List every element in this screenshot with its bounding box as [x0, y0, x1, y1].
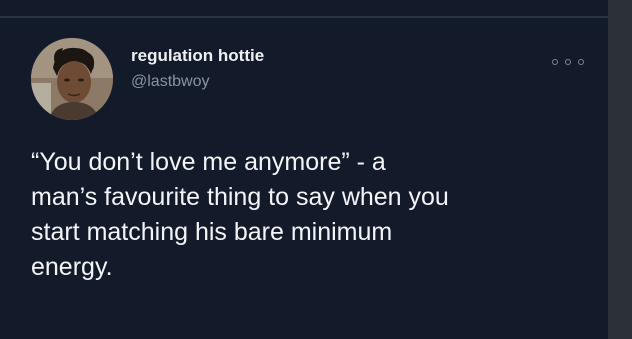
top-divider: [0, 16, 608, 18]
tweet-text: “You don’t love me anymore” - a man’s fa…: [31, 145, 596, 285]
author-handle[interactable]: @lastbwoy: [131, 73, 210, 91]
tweet-text-line: energy.: [31, 253, 113, 281]
page-background-edge: [608, 0, 632, 339]
more-options-icon[interactable]: [552, 53, 584, 71]
tweet-card: regulation hottie @lastbwoy “You don’t l…: [0, 0, 608, 339]
tweet-text-line: “You don’t love me anymore” - a: [31, 148, 386, 176]
more-dot: [552, 59, 558, 65]
author-display-name[interactable]: regulation hottie: [131, 46, 264, 66]
avatar[interactable]: [31, 38, 113, 120]
tweet-text-line: man’s favourite thing to say when you: [31, 183, 449, 211]
more-dot: [578, 59, 584, 65]
more-dot: [565, 59, 571, 65]
tweet-text-line: start matching his bare minimum: [31, 218, 393, 246]
